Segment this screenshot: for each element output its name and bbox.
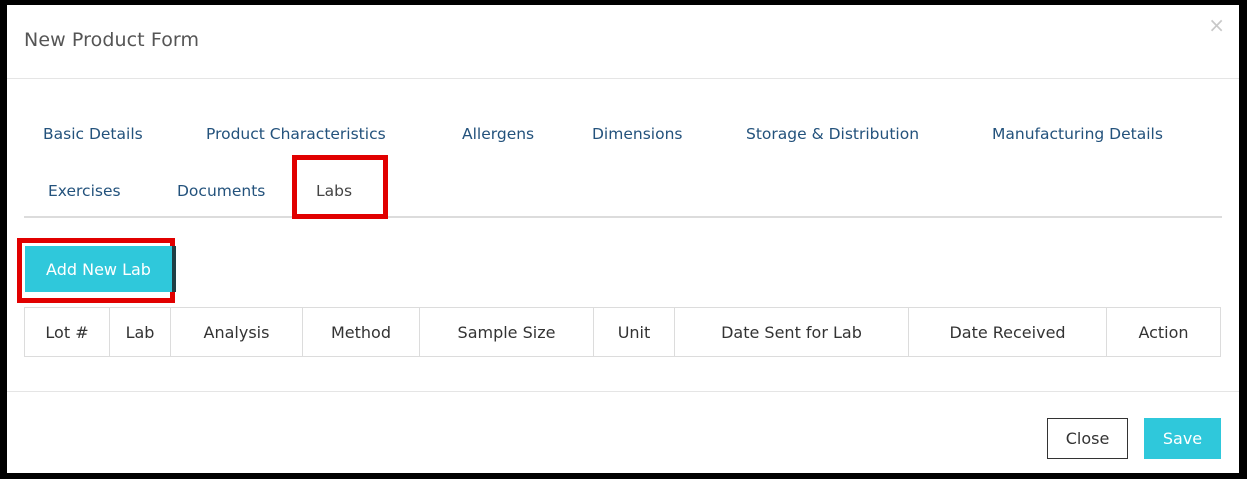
tab-bar: Basic Details Product Characteristics Al… (24, 79, 1222, 219)
tab-allergens[interactable]: Allergens (462, 125, 534, 143)
tab-product-characteristics[interactable]: Product Characteristics (206, 125, 386, 143)
modal-footer: Close Save (7, 391, 1239, 473)
tab-storage-distribution[interactable]: Storage & Distribution (746, 125, 919, 143)
col-lab: Lab (109, 307, 171, 357)
col-method: Method (302, 307, 420, 357)
add-new-lab-button[interactable]: Add New Lab (25, 246, 172, 292)
col-lot: Lot # (24, 307, 110, 357)
col-unit: Unit (593, 307, 675, 357)
col-action: Action (1106, 307, 1221, 357)
labs-table: Lot # Lab Analysis Method Sample Size Un… (24, 307, 1221, 357)
tab-basic-details[interactable]: Basic Details (43, 125, 143, 143)
tab-dimensions[interactable]: Dimensions (592, 125, 682, 143)
labs-table-header-row: Lot # Lab Analysis Method Sample Size Un… (24, 307, 1221, 357)
save-button[interactable]: Save (1144, 418, 1221, 459)
new-product-modal: New Product Form × Basic Details Product… (7, 5, 1239, 473)
modal-header: New Product Form × (7, 5, 1239, 79)
col-sample-size: Sample Size (419, 307, 594, 357)
close-button[interactable]: Close (1047, 418, 1128, 459)
close-icon[interactable]: × (1208, 15, 1225, 35)
tab-manufacturing-details[interactable]: Manufacturing Details (992, 125, 1163, 143)
col-date-received: Date Received (908, 307, 1107, 357)
col-analysis: Analysis (170, 307, 303, 357)
tab-labs[interactable]: Labs (316, 182, 352, 200)
add-lab-button-shadow (172, 246, 176, 292)
modal-title: New Product Form (24, 29, 200, 51)
tab-exercises[interactable]: Exercises (48, 182, 121, 200)
col-date-sent: Date Sent for Lab (674, 307, 909, 357)
tab-documents[interactable]: Documents (177, 182, 265, 200)
